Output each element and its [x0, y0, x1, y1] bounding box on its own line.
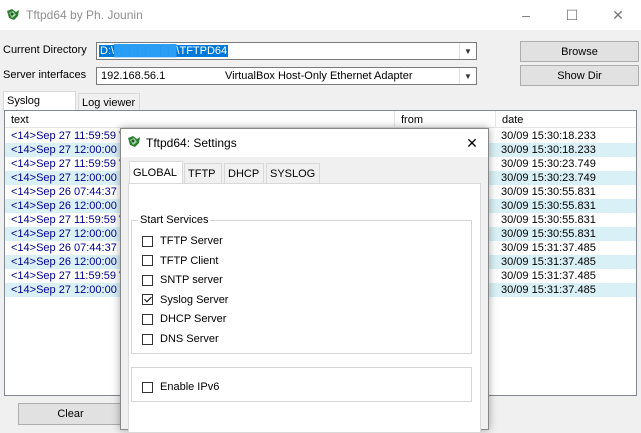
log-date-cell: 30/09 15:31:37.485 — [501, 284, 596, 296]
start-services-label: Start Services — [138, 214, 211, 226]
server-interfaces-label: Server interfaces — [3, 69, 87, 81]
log-text-cell: <14>Sep 27 12:00:00 V — [11, 284, 128, 296]
service-label: Syslog Server — [160, 293, 229, 306]
redacted-path: ████████ — [114, 45, 177, 57]
checkbox-icon[interactable] — [142, 381, 153, 393]
browse-button[interactable]: Browse — [520, 41, 639, 62]
log-text-cell: <14>Sep 27 12:00:00 V — [11, 172, 128, 184]
log-text-cell: <14>Sep 26 12:00:00 V — [11, 256, 128, 268]
log-date-cell: 30/09 15:31:37.485 — [501, 256, 596, 268]
dialog-title: Tftpd64: Settings — [146, 136, 237, 150]
checkbox-icon[interactable] — [142, 255, 153, 267]
service-checkbox-tftp-server[interactable]: TFTP Server — [142, 234, 223, 248]
column-header-from[interactable]: from — [395, 111, 496, 128]
log-date-cell: 30/09 15:30:23.749 — [501, 172, 596, 184]
log-text-cell: <14>Sep 26 12:00:00 V — [11, 200, 128, 212]
maximize-icon: ☐ — [565, 6, 579, 23]
server-interfaces-combo[interactable]: 192.168.56.1 VirtualBox Host-Only Ethern… — [96, 67, 477, 85]
dialog-close-button[interactable]: ✕ — [461, 133, 483, 153]
current-directory-combo[interactable]: D:\████████\TFTPD64 ▼ — [96, 42, 477, 60]
service-label: SNTP server — [160, 274, 223, 287]
checkbox-icon[interactable] — [142, 235, 153, 247]
global-tab-panel: Start Services TFTP Server TFTP Client SNT… — [128, 183, 481, 433]
log-date-cell: 30/09 15:30:18.233 — [501, 144, 596, 156]
tab-tftp[interactable]: TFTP — [184, 163, 222, 183]
clear-button[interactable]: Clear — [18, 403, 123, 425]
checkmark-icon[interactable] — [142, 294, 153, 306]
close-button[interactable]: ✕ — [595, 0, 641, 30]
tab-log-viewer[interactable]: Log viewer — [78, 93, 140, 110]
server-adapter: VirtualBox Host-Only Ethernet Adapter — [225, 70, 413, 82]
log-text-cell: <14>Sep 27 12:00:00 V — [11, 144, 128, 156]
service-checkbox-syslog-server[interactable]: Syslog Server — [142, 293, 228, 307]
settings-dialog: Tftpd64: Settings ✕ GLOBAL TFTP DHCP SYS… — [120, 128, 489, 433]
log-text-cell: <14>Sep 27 11:59:59 V — [11, 158, 127, 170]
log-text-cell: <14>Sep 27 11:59:59 V — [11, 130, 127, 142]
close-icon: ✕ — [466, 134, 478, 151]
window-title: Tftpd64 by Ph. Jounin — [26, 8, 143, 22]
log-text-cell: <14>Sep 26 07:44:37 V — [11, 242, 128, 254]
service-checkbox-tftp-client[interactable]: TFTP Client — [142, 254, 218, 268]
show-dir-button[interactable]: Show Dir — [520, 65, 639, 86]
current-directory-value: D:\████████\TFTPD64 — [99, 45, 229, 57]
log-text-cell: <14>Sep 27 12:00:00 V — [11, 228, 128, 240]
title-bar: Tftpd64 by Ph. Jounin – ☐ ✕ — [0, 0, 641, 30]
service-checkbox-dhcp-server[interactable]: DHCP Server — [142, 312, 226, 326]
current-directory-label: Current Directory — [3, 44, 87, 56]
log-date-cell: 30/09 15:30:55.831 — [501, 200, 596, 212]
close-icon: ✕ — [612, 6, 624, 23]
log-date-cell: 30/09 15:30:23.749 — [501, 158, 596, 170]
service-checkbox-dns-server[interactable]: DNS Server — [142, 332, 219, 346]
service-label: TFTP Server — [160, 235, 223, 247]
column-header-date[interactable]: date — [496, 111, 636, 128]
column-header-text[interactable]: text — [5, 111, 395, 128]
log-date-cell: 30/09 15:31:37.485 — [501, 270, 596, 282]
maximize-button[interactable]: ☐ — [549, 0, 595, 30]
service-label: TFTP Client — [160, 254, 219, 267]
log-text-cell: <14>Sep 26 07:44:37 V — [11, 186, 128, 198]
log-text-cell: <14>Sep 27 11:59:59 V — [11, 214, 127, 226]
enable-ipv6-label: Enable IPv6 — [160, 381, 220, 393]
log-date-cell: 30/09 15:30:55.831 — [501, 228, 596, 240]
chevron-down-icon[interactable]: ▼ — [459, 43, 476, 59]
app-icon — [128, 136, 140, 147]
checkbox-icon[interactable] — [142, 333, 153, 345]
log-date-cell: 30/09 15:30:55.831 — [501, 186, 596, 198]
log-date-cell: 30/09 15:31:37.485 — [501, 242, 596, 254]
dialog-title-bar: Tftpd64: Settings ✕ — [121, 129, 488, 157]
checkbox-icon[interactable] — [142, 274, 153, 286]
log-date-cell: 30/09 15:30:18.233 — [501, 130, 596, 142]
log-text-cell: <14>Sep 27 11:59:59 V — [11, 270, 127, 282]
checkbox-icon[interactable] — [142, 313, 153, 325]
tab-syslog[interactable]: SYSLOG — [266, 163, 320, 183]
chevron-down-icon[interactable]: ▼ — [459, 68, 476, 84]
service-checkbox-sntp-server[interactable]: SNTP server — [142, 273, 223, 287]
enable-ipv6-checkbox[interactable]: Enable IPv6 — [142, 380, 219, 394]
log-date-cell: 30/09 15:30:55.831 — [501, 214, 596, 226]
service-label: DHCP Server — [160, 313, 227, 326]
minimize-button[interactable]: – — [503, 0, 549, 30]
minimize-icon: – — [522, 7, 530, 23]
tab-dhcp[interactable]: DHCP — [224, 163, 264, 183]
server-ip: 192.168.56.1 — [101, 70, 166, 82]
tab-syslog-server[interactable]: Syslog server — [3, 91, 76, 119]
app-icon — [6, 8, 20, 22]
tab-global[interactable]: GLOBAL — [129, 161, 183, 184]
service-label: DNS Server — [160, 333, 219, 345]
